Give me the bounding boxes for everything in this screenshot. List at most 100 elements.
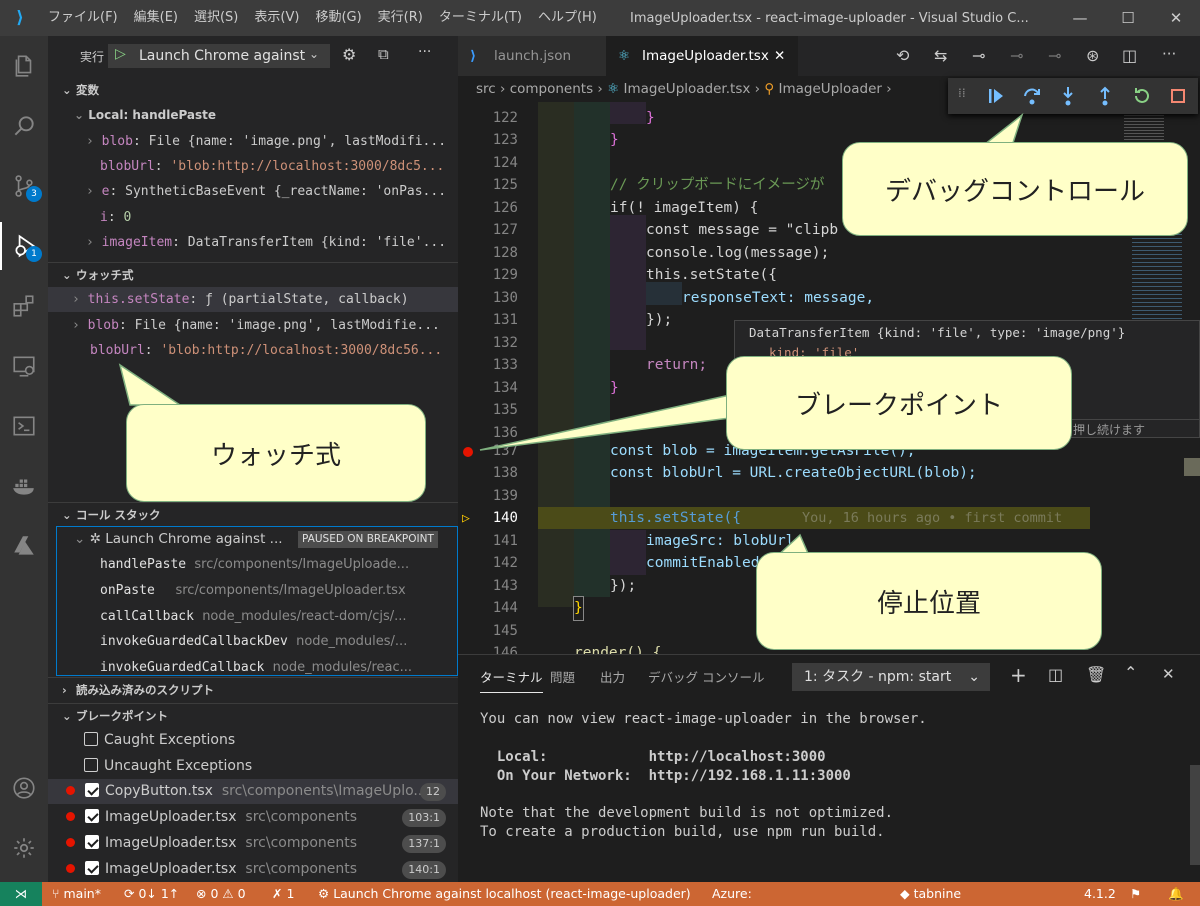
drag-handle-icon[interactable]: ⁞⁞ <box>958 86 966 100</box>
git-commit-icon[interactable]: ⊸ <box>972 46 985 65</box>
split-editor-icon[interactable]: ◫ <box>1122 46 1137 65</box>
sync-status[interactable]: ⟳ 0↓ 1↑ <box>124 882 179 906</box>
variable-blob[interactable]: › blob: File {name: 'image.png', lastMod… <box>48 129 458 154</box>
add-terminal-icon[interactable]: + <box>1010 663 1027 687</box>
run-debug-icon[interactable]: 1 <box>0 222 48 270</box>
menu-run[interactable]: 実行(R) <box>370 0 431 36</box>
variable-bloburl[interactable]: blobUrl: 'blob:http://localhost:3000/8dc… <box>48 154 458 179</box>
tab-problems[interactable]: 問題 <box>550 667 575 686</box>
breakpoint-item[interactable]: ImageUploader.tsx src\components 140:1 <box>48 857 458 882</box>
menu-help[interactable]: ヘルプ(H) <box>530 0 605 36</box>
remote-explorer-icon[interactable] <box>0 342 48 390</box>
open-changes-icon[interactable]: ⊛ <box>1086 46 1099 65</box>
checkbox[interactable] <box>85 783 99 797</box>
maximize-panel-icon[interactable]: ⌃ <box>1124 663 1137 682</box>
stop-icon[interactable] <box>1166 84 1190 108</box>
breakpoint-item[interactable]: ImageUploader.tsx src\components 103:1 <box>48 805 458 830</box>
step-out-icon[interactable] <box>1093 84 1117 108</box>
explorer-icon[interactable] <box>0 42 48 90</box>
menu-file[interactable]: ファイル(F) <box>40 0 126 36</box>
variable-e[interactable]: › e: SyntheticBaseEvent {_reactName: 'on… <box>48 179 458 204</box>
more-actions-icon[interactable]: ··· <box>418 44 431 60</box>
stack-frame[interactable]: callCallback node_modules/react-dom/cjs/… <box>48 604 458 629</box>
notifications-icon[interactable]: 🔔 <box>1168 882 1184 906</box>
variable-imageitem[interactable]: › imageItem: DataTransferItem {kind: 'fi… <box>48 230 458 255</box>
azure-icon[interactable] <box>0 522 48 570</box>
split-terminal-icon[interactable]: ◫ <box>1048 665 1063 684</box>
tab-launch-json[interactable]: ⟩ launch.json <box>458 36 606 76</box>
more-actions-icon[interactable]: ··· <box>1162 45 1176 63</box>
variables-header[interactable]: ⌄ 変数 <box>48 78 458 102</box>
stack-frame[interactable]: onPaste src/components/ImageUploader.tsx <box>48 578 458 603</box>
callstack-header[interactable]: ⌄ コール スタック <box>48 502 458 526</box>
feedback-icon[interactable]: ⚑ <box>1130 882 1141 906</box>
tabnine-status[interactable]: ◆ tabnine <box>900 882 961 906</box>
settings-gear-icon[interactable] <box>0 824 48 872</box>
trash-icon[interactable]: 🗑 <box>1086 665 1106 684</box>
version-status[interactable]: 4.1.2 <box>1084 882 1116 906</box>
scope-local[interactable]: ⌄ Local: handlePaste <box>48 103 458 128</box>
debug-console-icon[interactable]: ⧉ <box>378 45 389 63</box>
search-icon[interactable] <box>0 102 48 150</box>
source-control-icon[interactable]: 3 <box>0 162 48 210</box>
docker-icon[interactable] <box>0 462 48 510</box>
timeline-icon[interactable]: ⟲ <box>896 46 909 65</box>
variable-i[interactable]: i: 0 <box>48 205 458 230</box>
step-into-icon[interactable] <box>1056 84 1080 108</box>
checkbox[interactable] <box>84 758 98 772</box>
breakpoint-item[interactable]: CopyButton.tsx src\components\ImageUplo.… <box>48 779 458 804</box>
close-window-button[interactable]: ✕ <box>1152 0 1200 36</box>
remote-indicator-icon[interactable]: ⋊ <box>0 882 42 906</box>
checkbox[interactable] <box>85 861 99 875</box>
menu-view[interactable]: 表示(V) <box>246 0 307 36</box>
powershell-icon[interactable] <box>0 402 48 450</box>
watch-header[interactable]: ⌄ ウォッチ式 <box>48 262 458 286</box>
watch-item-setstate[interactable]: › this.setState: ƒ (partialState, callba… <box>48 287 458 312</box>
step-over-icon[interactable] <box>1020 84 1044 108</box>
terminal-select[interactable]: 1: タスク - npm: start ⌄ <box>792 663 990 691</box>
breakpoint-caught-exceptions[interactable]: Caught Exceptions <box>48 728 458 753</box>
tab-terminal[interactable]: ターミナル <box>480 667 543 693</box>
menu-go[interactable]: 移動(G) <box>307 0 369 36</box>
tab-debug-console[interactable]: デバッグ コンソール <box>648 667 764 686</box>
previous-change-icon[interactable]: ⊸ <box>1010 46 1023 65</box>
watch-item-blob[interactable]: › blob: File {name: 'image.png', lastMod… <box>48 313 458 338</box>
menu-edit[interactable]: 編集(E) <box>126 0 186 36</box>
account-icon[interactable] <box>0 764 48 812</box>
azure-status[interactable]: Azure: <box>712 882 752 906</box>
launch-config-select[interactable]: ▷ Launch Chrome against ⌄ <box>108 44 330 68</box>
checkbox[interactable] <box>85 835 99 849</box>
tab-output[interactable]: 出力 <box>600 667 625 686</box>
extensions-icon[interactable] <box>0 282 48 330</box>
problems-status[interactable]: ⊗ 0 ⚠ 0 <box>196 882 246 906</box>
maximize-button[interactable]: ☐ <box>1104 0 1152 36</box>
stack-frame[interactable]: invokeGuardedCallback node_modules/reac.… <box>48 655 458 677</box>
checkbox[interactable] <box>84 732 98 746</box>
breadcrumb-file[interactable]: ImageUploader.tsx <box>624 81 751 97</box>
minimize-button[interactable]: — <box>1056 0 1104 36</box>
tab-imageuploader[interactable]: ⚛ ImageUploader.tsx ✕ <box>606 36 798 76</box>
continue-icon[interactable] <box>984 84 1008 108</box>
breadcrumb-src[interactable]: src <box>476 81 496 97</box>
menu-terminal[interactable]: ターミナル(T) <box>431 0 530 36</box>
callstack-session[interactable]: ⌄ ✲ Launch Chrome against ... PAUSED ON … <box>48 527 458 552</box>
debug-sessions-status[interactable]: ✗ 1 <box>272 882 294 906</box>
watch-item-bloburl[interactable]: blobUrl: 'blob:http://localhost:3000/8dc… <box>48 338 458 363</box>
stack-frame[interactable]: invokeGuardedCallbackDev node_modules/..… <box>48 629 458 654</box>
restart-icon[interactable] <box>1130 84 1154 108</box>
minimap-slider[interactable] <box>1184 458 1200 476</box>
loaded-scripts-header[interactable]: › 読み込み済みのスクリプト <box>48 677 458 701</box>
close-panel-icon[interactable]: ✕ <box>1162 665 1175 683</box>
next-change-icon[interactable]: ⊸ <box>1048 46 1061 65</box>
launch-status[interactable]: ⚙ Launch Chrome against localhost (react… <box>318 882 691 906</box>
breadcrumb-class[interactable]: ImageUploader <box>779 81 882 97</box>
menu-selection[interactable]: 選択(S) <box>186 0 246 36</box>
compare-icon[interactable]: ⇆ <box>934 46 947 65</box>
breakpoint-uncaught-exceptions[interactable]: Uncaught Exceptions <box>48 754 458 779</box>
close-tab-icon[interactable]: ✕ <box>774 36 785 76</box>
breadcrumb-components[interactable]: components <box>510 81 593 97</box>
breakpoints-header[interactable]: ⌄ ブレークポイント <box>48 703 458 727</box>
branch-status[interactable]: ⑂ main* <box>52 882 101 906</box>
breakpoint-item[interactable]: ImageUploader.tsx src\components 137:1 <box>48 831 458 856</box>
gear-icon[interactable]: ⚙ <box>342 45 356 64</box>
